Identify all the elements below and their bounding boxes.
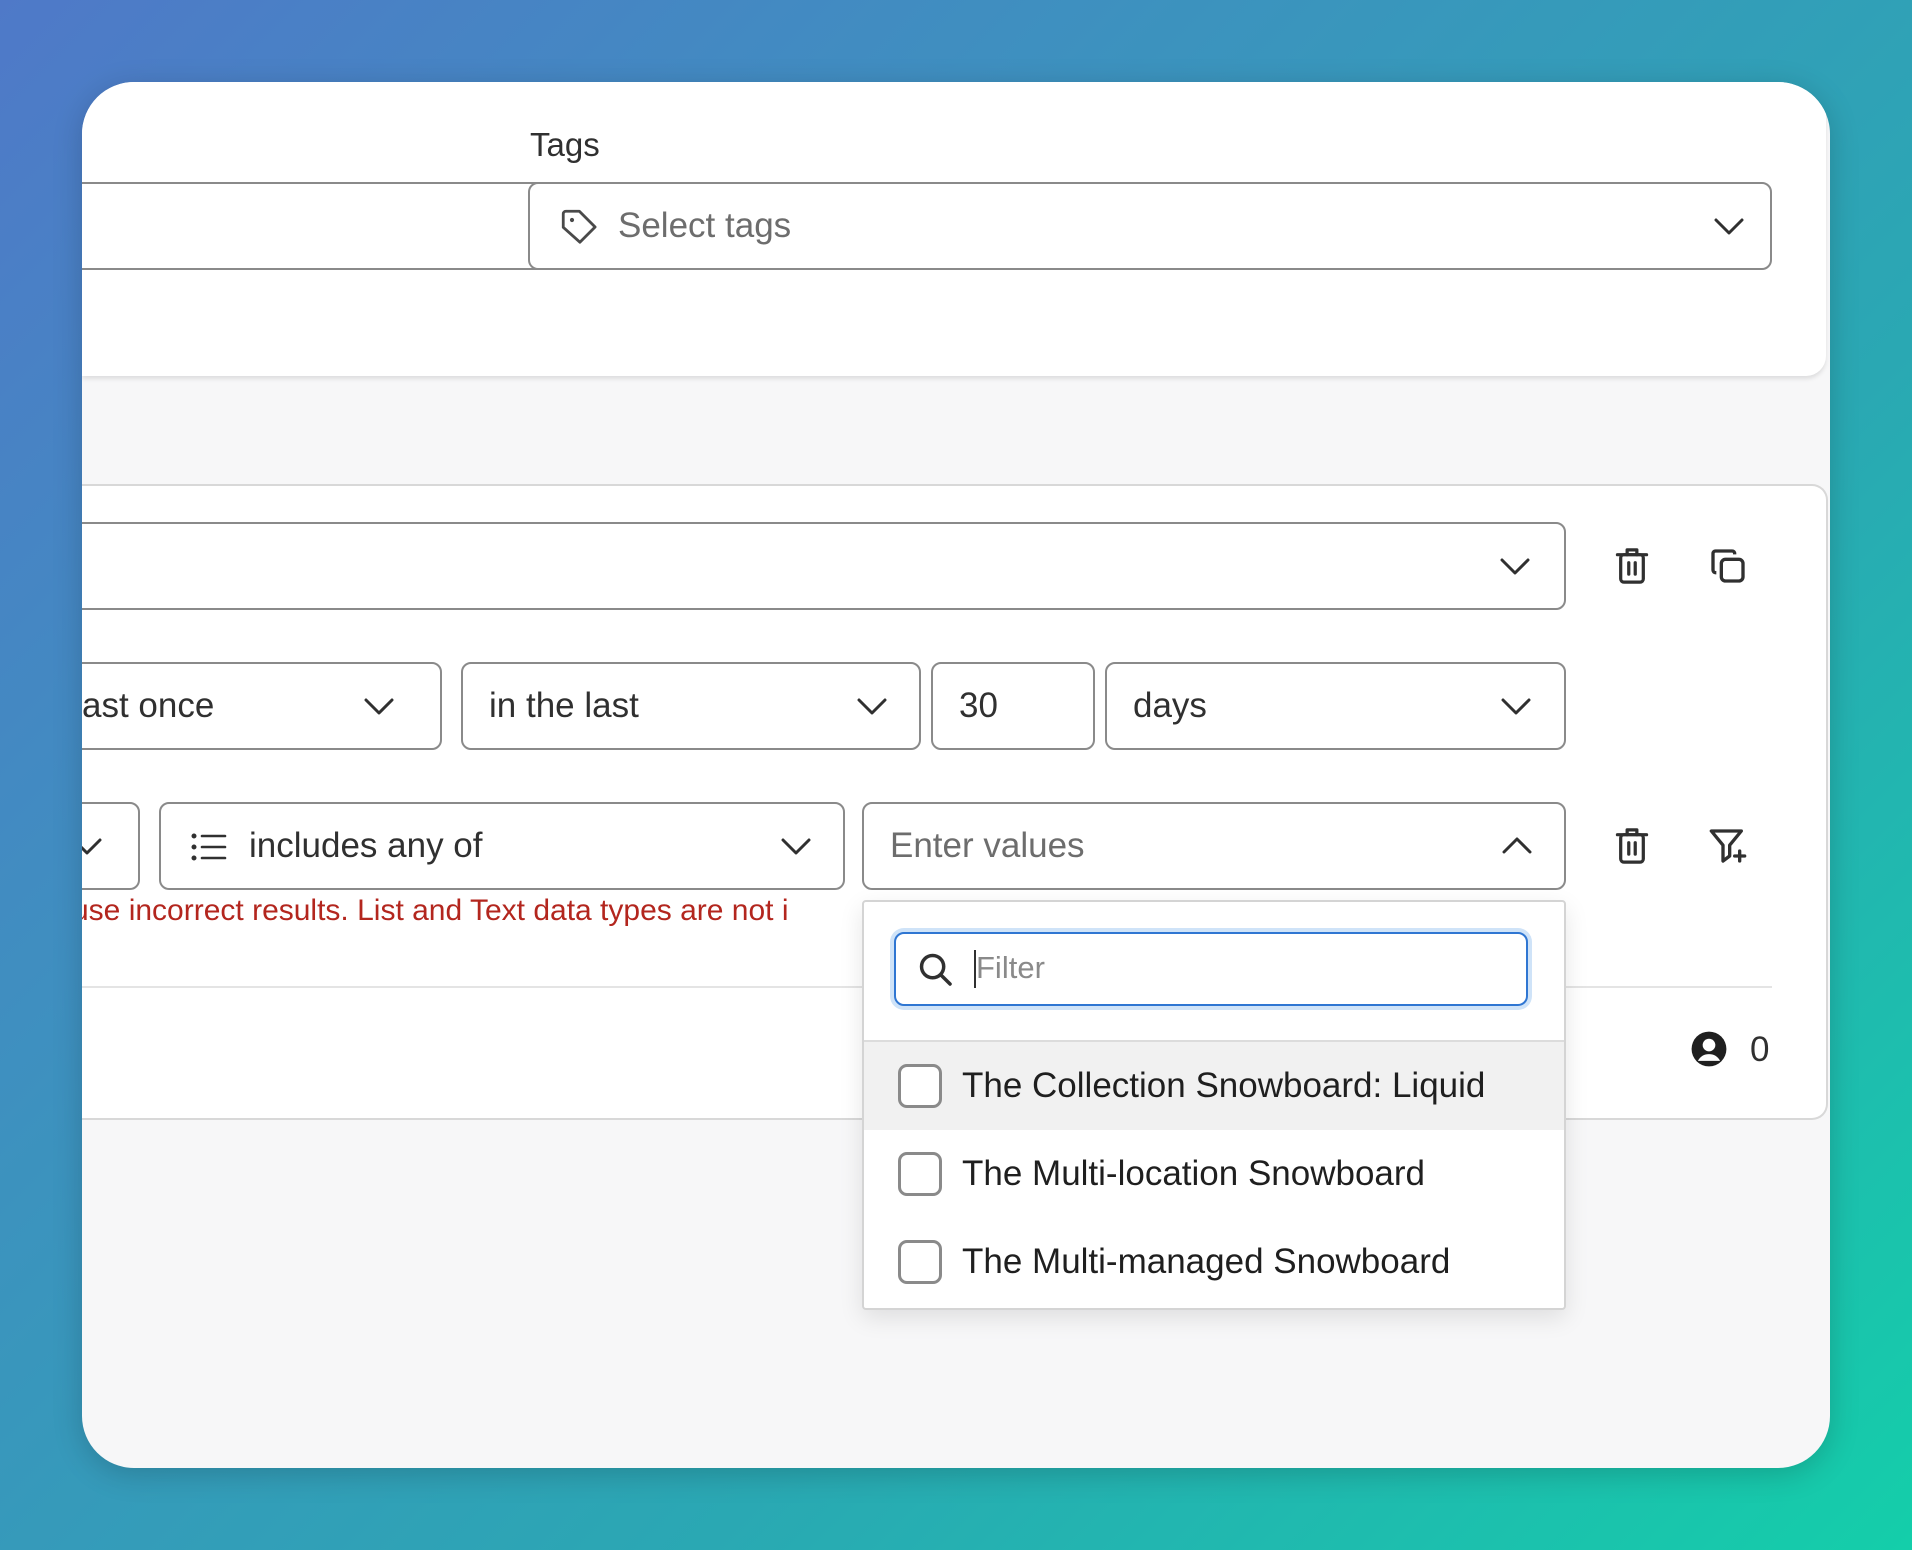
delete-condition-button[interactable] bbox=[1606, 820, 1658, 872]
chevron-down-icon bbox=[1500, 558, 1530, 576]
option-label: The Collection Snowboard: Liquid bbox=[962, 1066, 1486, 1105]
filter-plus-icon bbox=[1709, 829, 1747, 863]
name-input[interactable] bbox=[82, 182, 558, 270]
chevron-down-icon bbox=[1714, 218, 1744, 236]
frequency-select[interactable]: ast once bbox=[82, 662, 442, 750]
option-item[interactable]: The Multi-managed Snowboard bbox=[864, 1218, 1564, 1306]
option-item[interactable]: The Collection Snowboard: Liquid bbox=[864, 1042, 1564, 1130]
property-select[interactable] bbox=[82, 802, 140, 890]
segment-details-card: Tags Select tags bbox=[82, 82, 1826, 376]
tags-placeholder: Select tags bbox=[618, 206, 792, 245]
search-icon bbox=[916, 950, 954, 993]
frequency-value: ast once bbox=[82, 686, 215, 725]
operator-value: includes any of bbox=[249, 826, 483, 865]
error-message: use incorrect results. List and Text dat… bbox=[82, 894, 789, 927]
copy-icon bbox=[1711, 549, 1745, 583]
customer-icon bbox=[1690, 1030, 1728, 1073]
tags-select[interactable]: Select tags bbox=[528, 182, 1772, 270]
values-placeholder: Enter values bbox=[890, 826, 1085, 865]
unit-select[interactable]: days bbox=[1105, 662, 1566, 750]
delete-condition-button[interactable] bbox=[1606, 540, 1658, 592]
add-filter-button[interactable] bbox=[1702, 820, 1754, 872]
chevron-down-icon bbox=[82, 838, 102, 856]
option-label: The Multi-location Snowboard bbox=[962, 1154, 1426, 1193]
filter-placeholder: Filter bbox=[976, 950, 1045, 985]
customer-count: 0 bbox=[1750, 1030, 1770, 1069]
chevron-down-icon bbox=[364, 698, 394, 716]
trash-icon bbox=[1615, 828, 1649, 864]
period-value: in the last bbox=[489, 686, 639, 725]
chevron-down-icon bbox=[857, 698, 887, 716]
period-select[interactable]: in the last bbox=[461, 662, 921, 750]
filter-input[interactable]: Filter bbox=[894, 932, 1528, 1006]
option-item[interactable]: The Multi-location Snowboard bbox=[864, 1130, 1564, 1218]
unit-value: days bbox=[1133, 686, 1207, 725]
app-window: Tags Select tags ast once in the last 30… bbox=[82, 82, 1830, 1468]
duplicate-condition-button[interactable] bbox=[1702, 540, 1754, 592]
values-combobox[interactable]: Enter values bbox=[862, 802, 1566, 890]
number-input[interactable]: 30 bbox=[931, 662, 1095, 750]
tags-label: Tags bbox=[530, 126, 600, 163]
chevron-down-icon bbox=[1501, 698, 1531, 716]
operator-select[interactable]: includes any of bbox=[159, 802, 845, 890]
condition-field-select[interactable] bbox=[82, 522, 1566, 610]
chevron-down-icon bbox=[781, 838, 811, 856]
trash-icon bbox=[1615, 548, 1649, 584]
option-checkbox[interactable] bbox=[898, 1240, 942, 1284]
list-icon bbox=[191, 832, 227, 867]
option-checkbox[interactable] bbox=[898, 1064, 942, 1108]
values-dropdown: Filter The Collection Snowboard: Liquid … bbox=[862, 900, 1566, 1310]
option-label: The Multi-managed Snowboard bbox=[962, 1242, 1451, 1281]
chevron-up-icon bbox=[1502, 836, 1532, 854]
number-value: 30 bbox=[959, 686, 998, 725]
tag-icon bbox=[558, 206, 600, 253]
option-checkbox[interactable] bbox=[898, 1152, 942, 1196]
